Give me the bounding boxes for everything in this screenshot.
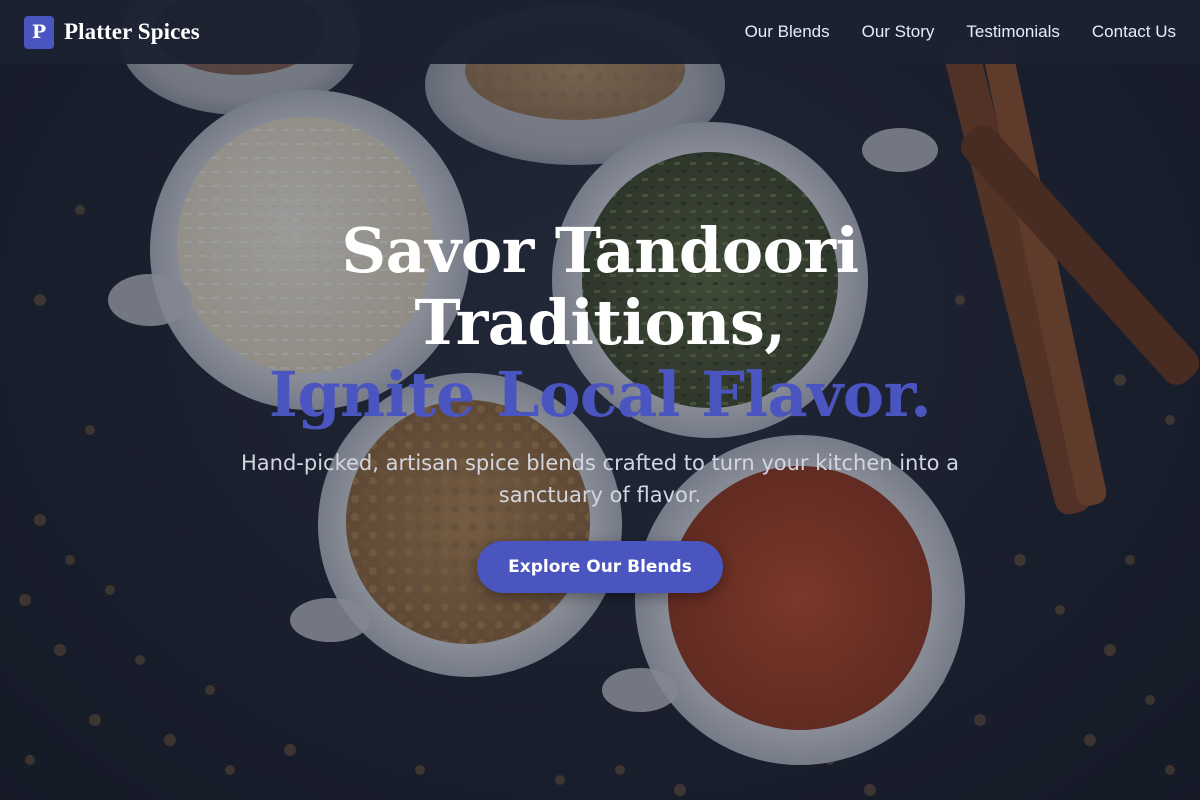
nav-link-testimonials[interactable]: Testimonials <box>966 22 1060 42</box>
navbar: P Platter Spices Our Blends Our Story Te… <box>0 0 1200 64</box>
primary-nav: Our Blends Our Story Testimonials Contac… <box>745 22 1176 42</box>
brand-logo-link[interactable]: P Platter Spices <box>24 15 200 49</box>
brand-logo-icon: P <box>24 15 54 49</box>
hero-subtitle: Hand-picked, artisan spice blends crafte… <box>241 451 959 507</box>
nav-link-our-story[interactable]: Our Story <box>862 22 935 42</box>
hero-title-line-1: Savor Tandoori <box>341 214 859 287</box>
explore-blends-button[interactable]: Explore Our Blends <box>477 541 723 593</box>
hero-title-line-2: Traditions, <box>414 286 786 359</box>
hero-title: Savor Tandoori Traditions, Ignite Local … <box>0 215 1200 431</box>
nav-link-our-blends[interactable]: Our Blends <box>745 22 830 42</box>
brand-name: Platter Spices <box>64 19 200 44</box>
hero-title-accent: Ignite Local Flavor. <box>268 358 932 431</box>
nav-link-contact-us[interactable]: Contact Us <box>1092 22 1176 42</box>
page: P Platter Spices Our Blends Our Story Te… <box>0 0 1200 800</box>
hero-section: Savor Tandoori Traditions, Ignite Local … <box>0 215 1200 593</box>
